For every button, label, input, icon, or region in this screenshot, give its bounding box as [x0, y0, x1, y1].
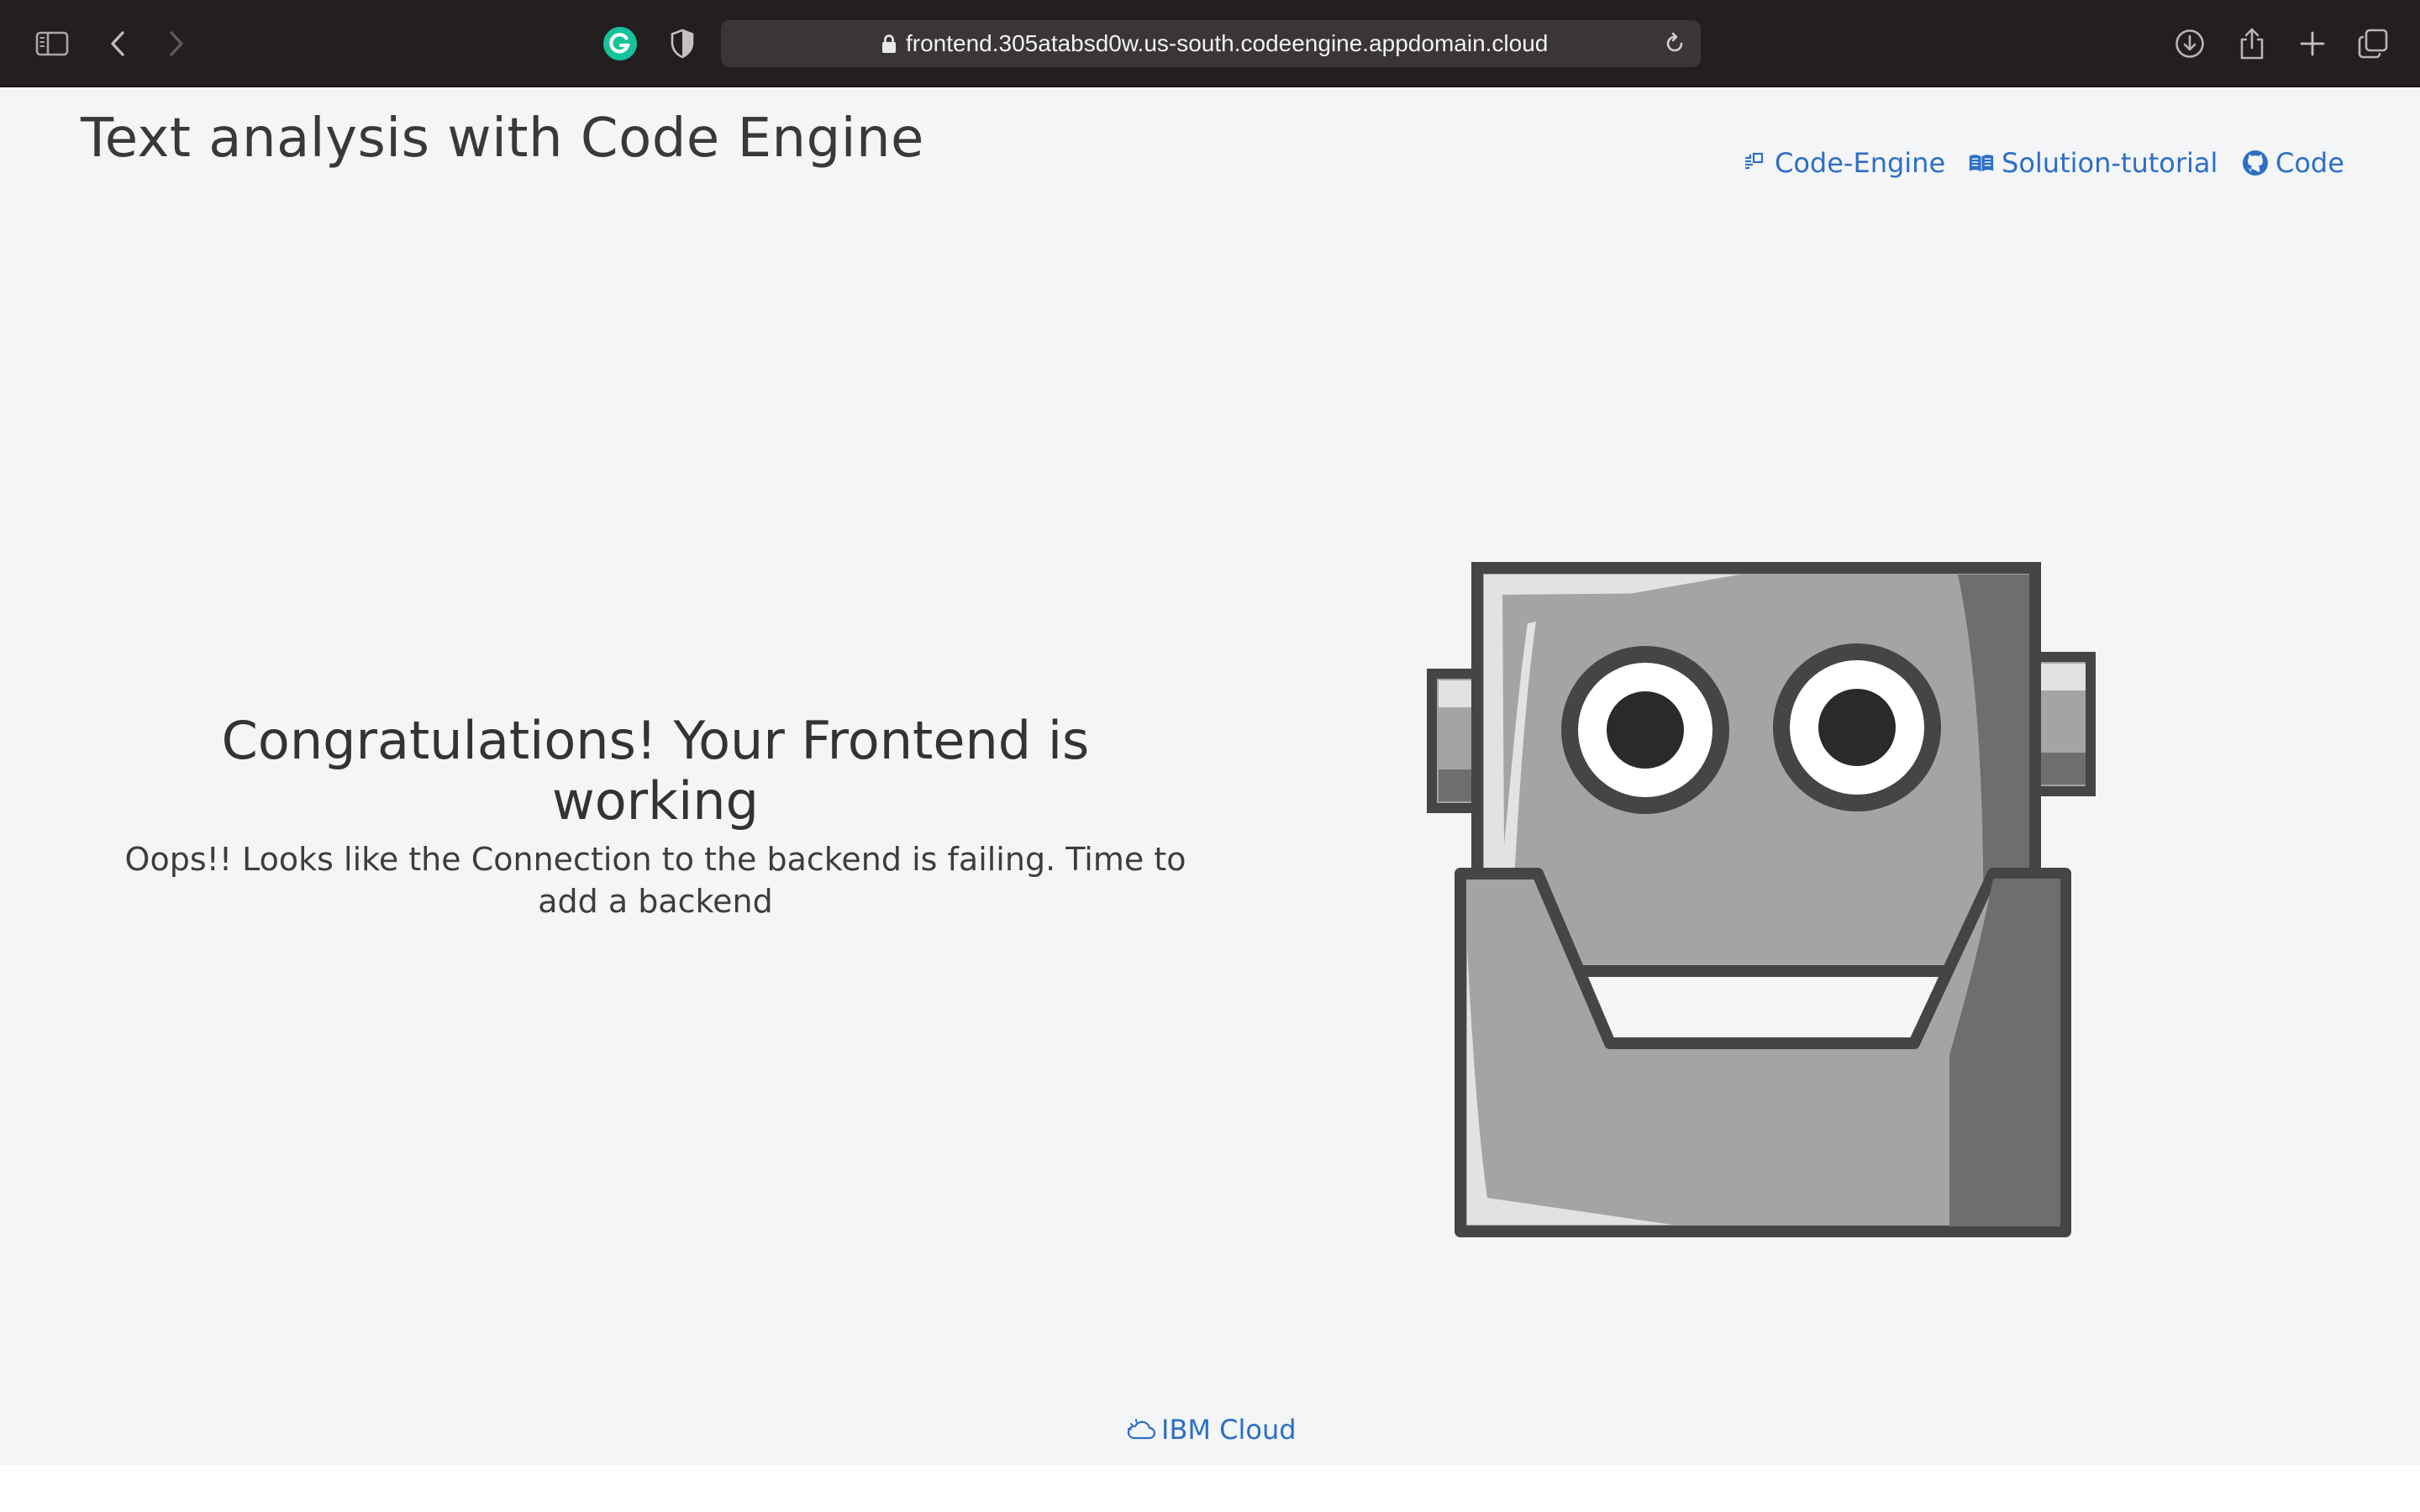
- nav-link-code-engine[interactable]: Code-Engine: [1741, 143, 1945, 183]
- nav-link-solution-tutorial[interactable]: Solution-tutorial: [1968, 143, 2217, 183]
- nav-link-code-engine-label: Code-Engine: [1775, 147, 1946, 179]
- book-icon: [1968, 150, 1995, 176]
- new-tab-icon[interactable]: [2294, 25, 2331, 62]
- ibm-cloud-label: IBM Cloud: [1161, 1414, 1297, 1446]
- shield-icon[interactable]: [664, 25, 701, 62]
- back-icon[interactable]: [99, 25, 136, 62]
- grammarly-icon[interactable]: [602, 25, 639, 62]
- sidebar-icon[interactable]: [34, 25, 71, 62]
- address-bar[interactable]: frontend.305atabsd0w.us-south.codeengine…: [721, 20, 1701, 67]
- browser-toolbar: frontend.305atabsd0w.us-south.codeengine…: [0, 0, 2420, 87]
- status-message: Congratulations! Your Frontend is workin…: [118, 711, 1193, 922]
- page-title: Text analysis with Code Engine: [81, 108, 924, 170]
- robot-head: [1471, 562, 2041, 977]
- robot-right-eye: [1773, 643, 1941, 811]
- lock-icon: [882, 34, 896, 53]
- robot-left-eye: [1561, 646, 1729, 814]
- page-content: Text analysis with Code Engine Code-Engi…: [0, 89, 2420, 1465]
- cloud-icon: [1126, 1416, 1156, 1443]
- download-icon[interactable]: [2171, 25, 2208, 62]
- nav-link-code[interactable]: Code: [2242, 143, 2344, 183]
- ibm-cloud-link[interactable]: IBM Cloud: [1126, 1410, 1297, 1450]
- code-engine-icon: [1741, 150, 1768, 176]
- share-icon[interactable]: [2233, 25, 2270, 62]
- forward-icon[interactable]: [158, 25, 195, 62]
- page-bottom-strip: [0, 1465, 2420, 1512]
- success-heading: Congratulations! Your Frontend is workin…: [221, 710, 1090, 832]
- tabs-overview-icon[interactable]: [2354, 25, 2391, 62]
- robot-illustration: [1427, 562, 2096, 1237]
- github-icon: [2242, 150, 2269, 176]
- nav-link-code-label: Code: [2275, 147, 2344, 179]
- reload-icon[interactable]: [1662, 31, 1687, 56]
- url-text: frontend.305atabsd0w.us-south.codeengine…: [906, 30, 1549, 56]
- nav-link-solution-tutorial-label: Solution-tutorial: [2002, 147, 2218, 179]
- backend-error-message: Oops!! Looks like the Connection to the …: [124, 841, 1186, 920]
